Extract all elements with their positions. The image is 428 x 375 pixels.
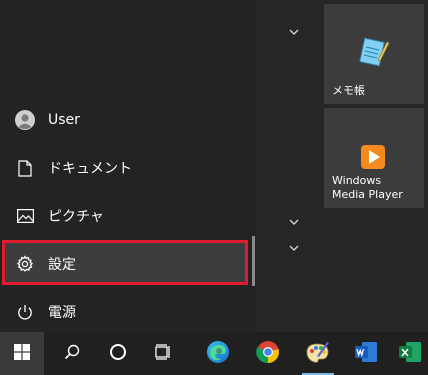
chevron-down-icon[interactable] <box>288 218 300 229</box>
edge-taskbar-button[interactable] <box>196 332 240 375</box>
task-view-button[interactable] <box>142 332 186 375</box>
pictures-label: ピクチャ <box>48 209 104 225</box>
notepad-icon <box>359 36 390 72</box>
picture-icon <box>14 205 36 227</box>
user-avatar-icon <box>14 109 36 131</box>
scrollbar[interactable] <box>252 236 255 286</box>
documents-label: ドキュメント <box>48 161 132 177</box>
power-item[interactable]: 電源 <box>0 288 256 336</box>
start-button[interactable] <box>0 332 44 375</box>
search-button[interactable] <box>50 332 94 375</box>
settings-item[interactable]: 設定 <box>0 240 256 288</box>
excel-taskbar-button[interactable] <box>388 332 428 375</box>
power-label: 電源 <box>48 305 76 321</box>
cortana-circle-icon <box>109 343 127 365</box>
notepad-tile-label: メモ帳 <box>332 84 365 97</box>
edge-icon <box>206 340 230 368</box>
power-icon <box>14 301 36 323</box>
chrome-icon <box>256 340 280 368</box>
task-view-icon <box>155 343 173 364</box>
documents-item[interactable]: ドキュメント <box>0 144 256 192</box>
notepad-tile[interactable]: メモ帳 <box>324 4 424 104</box>
word-taskbar-button[interactable] <box>344 332 388 375</box>
chevron-down-icon[interactable] <box>288 28 300 39</box>
word-icon <box>354 341 378 367</box>
media-player-icon <box>360 144 386 174</box>
taskbar <box>0 332 428 375</box>
cortana-button[interactable] <box>96 332 140 375</box>
start-menu-left-pane: User ドキュメント ピクチャ 設定 電源 <box>0 0 256 332</box>
search-icon <box>64 344 80 364</box>
chevron-down-icon[interactable] <box>288 244 300 255</box>
settings-label: 設定 <box>48 257 76 273</box>
windows-media-player-tile[interactable]: Windows Media Player <box>324 108 424 208</box>
user-account-item[interactable]: User <box>0 96 256 144</box>
gear-icon <box>14 253 36 275</box>
windows-media-player-tile-label: Windows Media Player <box>332 174 403 201</box>
paint-palette-icon <box>305 340 331 368</box>
chrome-taskbar-button[interactable] <box>246 332 290 375</box>
excel-icon <box>398 341 422 367</box>
document-icon <box>14 157 36 179</box>
windows-logo-icon <box>14 343 30 364</box>
pictures-item[interactable]: ピクチャ <box>0 192 256 240</box>
paint-taskbar-button[interactable] <box>296 332 340 375</box>
user-account-label: User <box>48 112 80 128</box>
